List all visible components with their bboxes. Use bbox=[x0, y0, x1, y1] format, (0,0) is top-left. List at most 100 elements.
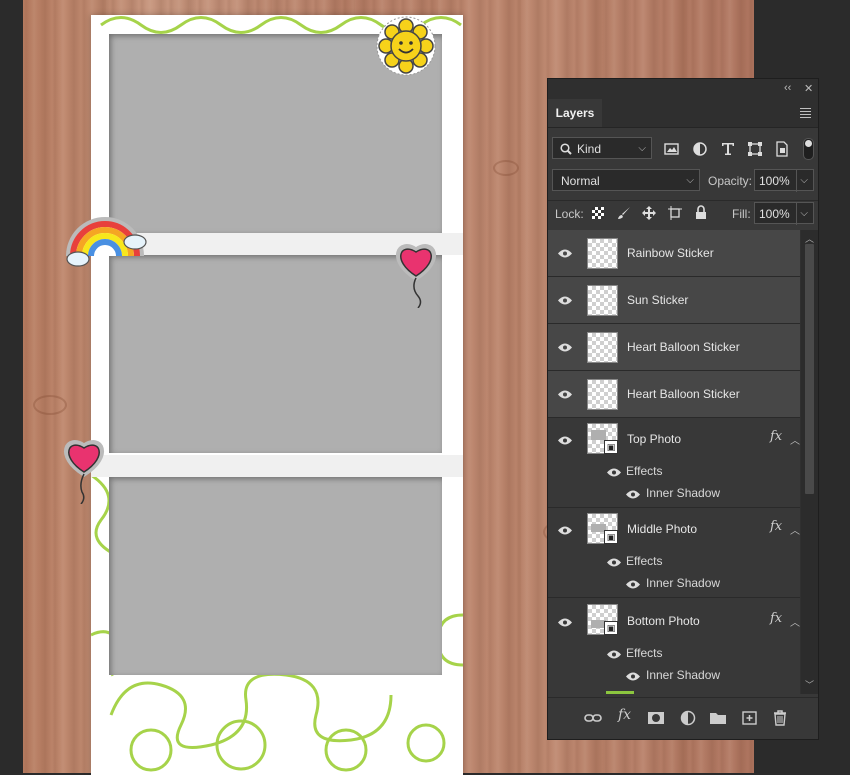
layer-row-bottom-photo[interactable]: ▣ Bottom Photo fx ︿ Effects Inner Shadow bbox=[548, 598, 800, 694]
trash-icon[interactable] bbox=[771, 710, 789, 726]
smart-object-badge-icon: ▣ bbox=[604, 621, 618, 635]
effect-name[interactable]: Inner Shadow bbox=[646, 576, 720, 590]
scroll-thumb[interactable] bbox=[805, 244, 814, 494]
layer-row-middle-photo[interactable]: ▣ Middle Photo fx ︿ Effects Inner Shadow bbox=[548, 508, 800, 598]
layer-list-scrollbar[interactable]: ︿ ﹀ bbox=[801, 230, 818, 694]
kind-label: Kind bbox=[577, 142, 602, 156]
fill-input[interactable]: 100% ⌵ bbox=[754, 202, 814, 225]
panel-title-bar: ‹‹ ✕ bbox=[548, 79, 818, 99]
kind-filter-select[interactable]: Kind ⌵ bbox=[552, 137, 652, 159]
layer-thumbnail bbox=[587, 332, 618, 363]
blend-mode-select[interactable]: Normal ⌵ bbox=[552, 169, 700, 191]
effect-name[interactable]: Inner Shadow bbox=[646, 486, 720, 500]
fill-value: 100% bbox=[759, 207, 790, 221]
eye-icon[interactable] bbox=[558, 436, 572, 445]
smart-object-filter-icon[interactable] bbox=[774, 141, 790, 157]
eye-icon[interactable] bbox=[607, 558, 621, 567]
fx-icon[interactable]: fx bbox=[770, 519, 782, 534]
chevron-up-icon[interactable]: ︿ bbox=[790, 522, 800, 537]
bottom-photo-placeholder[interactable] bbox=[109, 477, 442, 675]
effects-label[interactable]: Effects bbox=[626, 646, 662, 660]
layer-thumbnail bbox=[587, 379, 618, 410]
type-filter-icon[interactable] bbox=[720, 141, 736, 157]
layer-name[interactable]: Heart Balloon Sticker bbox=[627, 340, 740, 354]
layer-list[interactable]: Rainbow Sticker Sun Sticker Heart Balloo… bbox=[548, 230, 818, 694]
layer-name[interactable]: Heart Balloon Sticker bbox=[627, 387, 740, 401]
layer-thumbnail bbox=[587, 238, 618, 269]
lock-label: Lock: bbox=[555, 207, 584, 221]
lock-transparent-icon[interactable] bbox=[591, 206, 607, 222]
fx-icon[interactable]: fx bbox=[770, 429, 782, 444]
image-filter-icon[interactable] bbox=[664, 141, 680, 157]
lock-artboard-icon[interactable] bbox=[668, 206, 684, 222]
layer-name[interactable]: Middle Photo bbox=[627, 522, 697, 536]
layers-panel: ‹‹ ✕ Layers Kind ⌵ Normal ⌵ Opacity: 100… bbox=[547, 78, 819, 740]
eye-icon[interactable] bbox=[558, 390, 572, 399]
heart-balloon-sticker[interactable] bbox=[61, 434, 107, 504]
wood-knot bbox=[33, 395, 67, 415]
fx-icon[interactable]: fx bbox=[618, 707, 636, 723]
eye-icon[interactable] bbox=[558, 249, 572, 258]
layer-thumbnail: ▣ bbox=[587, 513, 618, 544]
close-icon[interactable]: ✕ bbox=[804, 82, 813, 95]
next-layer-thumbnail-edge bbox=[606, 691, 634, 694]
effects-label[interactable]: Effects bbox=[626, 554, 662, 568]
layer-name[interactable]: Sun Sticker bbox=[627, 293, 688, 307]
effects-label[interactable]: Effects bbox=[626, 464, 662, 478]
chevron-up-icon[interactable]: ︿ bbox=[790, 614, 800, 629]
opacity-value: 100% bbox=[759, 174, 790, 188]
eye-icon[interactable] bbox=[607, 468, 621, 477]
heart-balloon-sticker[interactable] bbox=[393, 238, 439, 308]
layer-row-rainbow-sticker[interactable]: Rainbow Sticker bbox=[548, 230, 800, 277]
group-folder-icon[interactable] bbox=[709, 710, 727, 726]
layer-name[interactable]: Rainbow Sticker bbox=[627, 246, 714, 260]
double-chevron-icon[interactable]: ‹‹ bbox=[784, 82, 791, 94]
eye-icon[interactable] bbox=[558, 296, 572, 305]
effect-name[interactable]: Inner Shadow bbox=[646, 668, 720, 682]
eye-icon[interactable] bbox=[558, 618, 572, 627]
adjustment-layer-icon[interactable] bbox=[679, 710, 697, 726]
eye-icon[interactable] bbox=[626, 490, 640, 499]
layer-name[interactable]: Top Photo bbox=[627, 432, 681, 446]
shape-filter-icon[interactable] bbox=[747, 141, 763, 157]
layer-thumbnail bbox=[587, 285, 618, 316]
eye-icon[interactable] bbox=[626, 672, 640, 681]
layer-name[interactable]: Bottom Photo bbox=[627, 614, 700, 628]
chevron-down-icon: ⌵ bbox=[686, 175, 694, 186]
lock-image-icon[interactable] bbox=[617, 206, 633, 222]
lock-position-icon[interactable] bbox=[642, 206, 658, 222]
chevron-down-icon[interactable]: ⌵ bbox=[796, 203, 808, 225]
adjustment-filter-icon[interactable] bbox=[692, 141, 708, 157]
eye-icon[interactable] bbox=[558, 343, 572, 352]
eye-icon[interactable] bbox=[558, 526, 572, 535]
layer-row-top-photo[interactable]: ▣ Top Photo fx ︿ Effects Inner Shadow bbox=[548, 418, 800, 508]
chevron-up-icon[interactable]: ︿ bbox=[790, 432, 800, 447]
photo-strip bbox=[91, 15, 463, 775]
eye-icon[interactable] bbox=[626, 580, 640, 589]
blend-row: Normal ⌵ Opacity: 100% ⌵ bbox=[548, 168, 818, 194]
smart-object-badge-icon: ▣ bbox=[604, 440, 618, 454]
link-layers-icon[interactable] bbox=[584, 710, 602, 726]
eye-icon[interactable] bbox=[607, 650, 621, 659]
smart-object-badge-icon: ▣ bbox=[604, 530, 618, 544]
layer-row-sun-sticker[interactable]: Sun Sticker bbox=[548, 277, 800, 324]
fill-label: Fill: bbox=[732, 207, 751, 221]
lock-all-icon[interactable] bbox=[694, 205, 710, 221]
opacity-input[interactable]: 100% ⌵ bbox=[754, 169, 814, 192]
scroll-down-arrow-icon[interactable]: ﹀ bbox=[805, 678, 814, 691]
layer-row-heart-balloon-sticker[interactable]: Heart Balloon Sticker bbox=[548, 371, 800, 418]
layer-thumbnail: ▣ bbox=[587, 423, 618, 454]
layer-row-heart-balloon-sticker[interactable]: Heart Balloon Sticker bbox=[548, 324, 800, 371]
panel-footer: fx bbox=[548, 697, 818, 738]
panel-menu-icon[interactable] bbox=[800, 108, 811, 120]
tab-layers[interactable]: Layers bbox=[548, 99, 602, 127]
rainbow-sticker[interactable] bbox=[65, 212, 149, 270]
layer-thumbnail: ▣ bbox=[587, 604, 618, 635]
filter-toggle-switch[interactable] bbox=[803, 138, 814, 160]
sun-sticker[interactable] bbox=[375, 15, 437, 77]
mask-icon[interactable] bbox=[647, 710, 665, 726]
new-layer-icon[interactable] bbox=[741, 710, 759, 726]
wood-knot bbox=[493, 160, 519, 176]
chevron-down-icon[interactable]: ⌵ bbox=[796, 170, 808, 192]
fx-icon[interactable]: fx bbox=[770, 611, 782, 626]
